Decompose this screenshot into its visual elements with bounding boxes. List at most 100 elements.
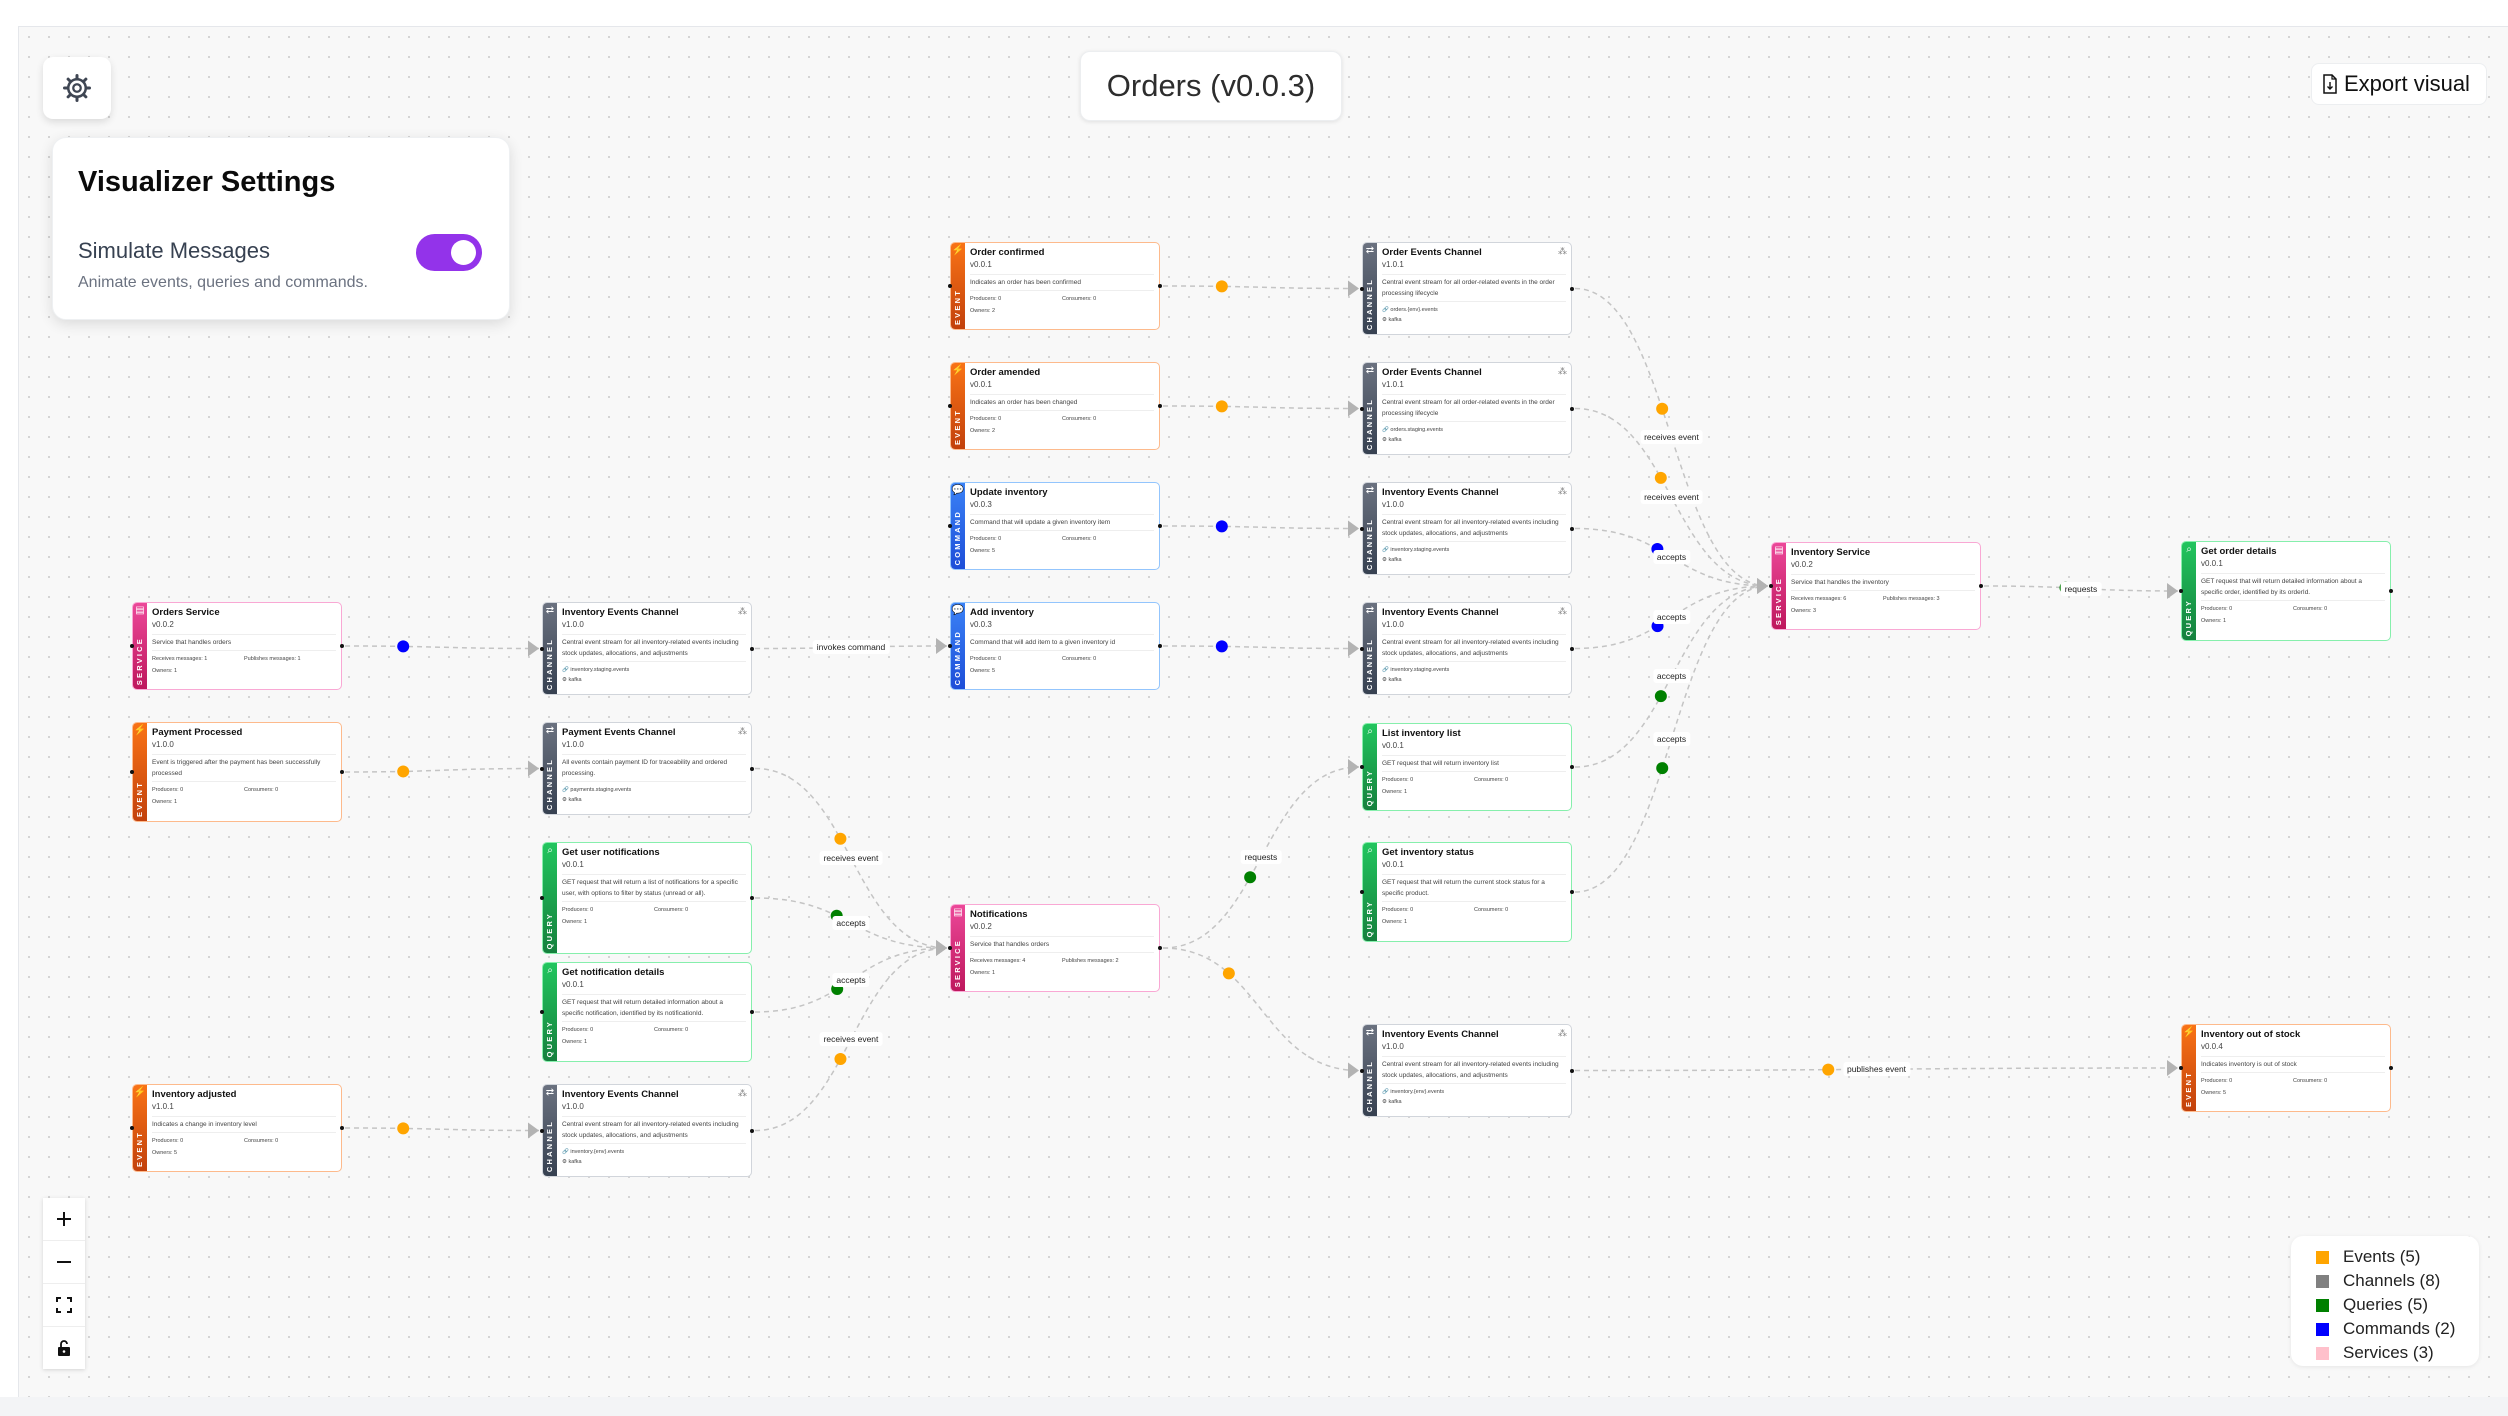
source-handle[interactable]: [1158, 946, 1162, 950]
target-handle[interactable]: [948, 404, 952, 408]
target-handle[interactable]: [1360, 1068, 1364, 1073]
target-handle[interactable]: [540, 1128, 544, 1133]
source-handle[interactable]: [1158, 524, 1162, 528]
simulate-messages-description: Animate events, queries and commands.: [78, 274, 368, 291]
node-description: GET request that will return the current…: [1382, 875, 1566, 902]
target-handle[interactable]: [130, 1126, 134, 1130]
source-handle[interactable]: [340, 1126, 344, 1130]
node-channel-inventory-events-channel-4[interactable]: ⇄ CHANNEL Inventory Events Channel v1.0.0 Ce…: [540, 1084, 754, 1177]
source-handle[interactable]: [1158, 284, 1162, 288]
fit-view-button[interactable]: [43, 1284, 85, 1327]
node-service-notifications[interactable]: ▤ SERVICE Notifications v0.0.2 Service that …: [948, 904, 1162, 992]
target-handle[interactable]: [540, 646, 544, 651]
toggle-interactivity-button[interactable]: [43, 1327, 85, 1369]
source-handle[interactable]: [1570, 526, 1574, 531]
node-channel-order-events-channel-1[interactable]: ⇄ CHANNEL Order Events Channel v1.0.1 Centra…: [1360, 242, 1574, 335]
node-query-get-notification-details[interactable]: ⌕ QUERY Get notification details v0.0.1 GET …: [540, 962, 754, 1062]
target-handle[interactable]: [130, 770, 134, 774]
source-handle[interactable]: [1570, 890, 1574, 894]
source-handle[interactable]: [1570, 286, 1574, 291]
node-channel-inventory-events-channel-5[interactable]: ⇄ CHANNEL Inventory Events Channel v1.0.0 Ce…: [1360, 1024, 1574, 1117]
source-handle[interactable]: [2389, 1066, 2393, 1070]
target-handle[interactable]: [540, 1010, 544, 1014]
target-handle[interactable]: [948, 524, 952, 528]
source-handle[interactable]: [2389, 589, 2393, 593]
node-channel-payment-events-channel[interactable]: ⇄ CHANNEL Payment Events Channel v1.0.0 All …: [540, 722, 754, 815]
source-handle[interactable]: [750, 646, 754, 651]
node-channel-order-events-channel-2[interactable]: ⇄ CHANNEL Order Events Channel v1.0.1 Centra…: [1360, 362, 1574, 455]
node-event-inventory-adjusted[interactable]: ⚡ EVENT Inventory adjusted v1.0.1 Indicates …: [130, 1084, 344, 1172]
node-version: v0.0.1: [970, 259, 1154, 275]
node-query-get-user-notifications[interactable]: ⌕ QUERY Get user notifications v0.0.1 GET re…: [540, 842, 754, 954]
node-type-label: EVENT: [2184, 1070, 2193, 1107]
source-handle[interactable]: [1570, 406, 1574, 411]
target-handle[interactable]: [540, 766, 544, 771]
zoom-out-button[interactable]: [43, 1241, 85, 1284]
node-event-payment-processed[interactable]: ⚡ EVENT Payment Processed v1.0.0 Event is tr…: [130, 722, 344, 822]
export-visual-button[interactable]: Export visual: [2311, 63, 2487, 105]
node-event-order-confirmed[interactable]: ⚡ EVENT Order confirmed v0.0.1 Indicates an …: [948, 242, 1162, 330]
source-handle[interactable]: [750, 766, 754, 771]
target-handle[interactable]: [1360, 890, 1364, 894]
node-meta-left: Producers: 0: [2201, 1078, 2233, 1084]
kafka-icon: ⁂: [738, 726, 747, 736]
node-event-inventory-out-of-stock[interactable]: ⚡ EVENT Inventory out of stock v0.0.4 Indica…: [2179, 1024, 2393, 1112]
node-meta-right: Consumers: 0: [1062, 656, 1097, 662]
target-handle[interactable]: [1360, 646, 1364, 651]
settings-button[interactable]: [43, 57, 111, 119]
node-description: Indicates an order has been changed: [970, 395, 1154, 411]
target-handle[interactable]: [948, 644, 952, 648]
legend-item-queries: Queries (5): [2316, 1293, 2479, 1317]
target-handle[interactable]: [1360, 406, 1364, 411]
node-type-label: EVENT: [953, 408, 962, 445]
node-body: Inventory Events Channel v1.0.0 Central ev…: [557, 1085, 751, 1176]
source-handle[interactable]: [1570, 765, 1574, 769]
source-handle[interactable]: [1158, 404, 1162, 408]
channel-broker: ⚙ kafka: [562, 1157, 746, 1167]
zoom-in-button[interactable]: [43, 1198, 85, 1241]
node-description: Service that handles the inventory: [1791, 575, 1975, 591]
channel-broker: ⚙ kafka: [1382, 315, 1566, 325]
target-handle[interactable]: [948, 946, 952, 950]
service-type-band: ▤ SERVICE: [951, 905, 965, 991]
target-handle[interactable]: [540, 896, 544, 900]
node-type-label: EVENT: [135, 1130, 144, 1167]
target-handle[interactable]: [1769, 584, 1773, 588]
node-service-orders-service[interactable]: ▤ SERVICE Orders Service v0.0.2 Service that…: [130, 602, 344, 690]
node-command-update-inventory[interactable]: 💬 COMMAND Update inventory v0.0.3 Command th…: [948, 482, 1162, 570]
target-handle[interactable]: [948, 284, 952, 288]
node-owners: Owners: 1: [562, 919, 588, 925]
node-query-get-inventory-status[interactable]: ⌕ QUERY Get inventory status v0.0.1 GET requ…: [1360, 842, 1574, 942]
node-event-order-amended[interactable]: ⚡ EVENT Order amended v0.0.1 Indicates an or…: [948, 362, 1162, 450]
source-handle[interactable]: [340, 770, 344, 774]
source-handle[interactable]: [1979, 584, 1983, 588]
node-type-label: CHANNEL: [1365, 397, 1374, 450]
node-channel-inventory-events-channel-3[interactable]: ⇄ CHANNEL Inventory Events Channel v1.0.0 Ce…: [540, 602, 754, 695]
source-handle[interactable]: [1570, 646, 1574, 651]
node-description: Event is triggered after the payment has…: [152, 755, 336, 782]
target-handle[interactable]: [130, 644, 134, 648]
node-channel-inventory-events-channel-1[interactable]: ⇄ CHANNEL Inventory Events Channel v1.0.0 Ce…: [1360, 482, 1574, 575]
edge-label: publishes event: [1842, 1062, 1911, 1077]
node-version: v1.0.0: [1382, 619, 1566, 635]
target-handle[interactable]: [1360, 526, 1364, 531]
source-handle[interactable]: [1158, 644, 1162, 648]
source-handle[interactable]: [340, 644, 344, 648]
target-handle[interactable]: [1360, 286, 1364, 291]
node-channel-inventory-events-channel-2[interactable]: ⇄ CHANNEL Inventory Events Channel v1.0.0 Ce…: [1360, 602, 1574, 695]
node-meta-right: Consumers: 0: [1062, 536, 1097, 542]
source-handle[interactable]: [1570, 1068, 1574, 1073]
target-handle[interactable]: [2179, 589, 2183, 593]
simulate-messages-toggle[interactable]: [416, 234, 482, 271]
target-handle[interactable]: [2179, 1066, 2183, 1070]
node-owners: Owners: 5: [970, 668, 996, 674]
node-command-add-inventory[interactable]: 💬 COMMAND Add inventory v0.0.3 Command that …: [948, 602, 1162, 690]
service-type-band: ▤ SERVICE: [1772, 543, 1786, 629]
source-handle[interactable]: [750, 896, 754, 900]
source-handle[interactable]: [750, 1128, 754, 1133]
target-handle[interactable]: [1360, 765, 1364, 769]
node-query-get-order-details[interactable]: ⌕ QUERY Get order details v0.0.1 GET request…: [2179, 541, 2393, 641]
source-handle[interactable]: [750, 1010, 754, 1014]
node-service-inventory-service[interactable]: ▤ SERVICE Inventory Service v0.0.2 Service t…: [1769, 542, 1983, 630]
node-query-list-inventory-list[interactable]: ⌕ QUERY List inventory list v0.0.1 GET reque…: [1360, 723, 1574, 811]
